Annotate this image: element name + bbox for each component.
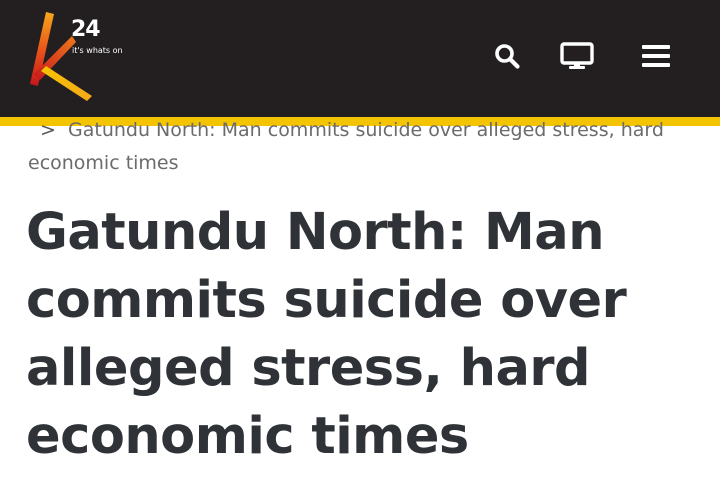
logo-tagline: it's whats on	[72, 46, 123, 55]
menu-button[interactable]	[634, 34, 678, 78]
site-logo[interactable]: 24 it's whats on	[26, 10, 126, 102]
breadcrumb: > Gatundu North: Man commits suicide over…	[28, 114, 688, 180]
breadcrumb-current: Gatundu North: Man commits suicide over …	[28, 119, 664, 174]
site-header: 24 it's whats on	[0, 0, 720, 117]
live-tv-button[interactable]	[555, 34, 599, 78]
search-button[interactable]	[485, 34, 529, 78]
hamburger-menu-icon	[642, 45, 670, 67]
tv-icon	[560, 42, 594, 69]
page: 24 it's whats on > Gatundu North: Man co…	[0, 0, 720, 486]
search-icon	[495, 44, 520, 69]
logo-number: 24	[71, 17, 101, 42]
breadcrumb-separator: >	[40, 119, 56, 141]
article-title: Gatundu North: Man commits suicide over …	[26, 203, 627, 466]
